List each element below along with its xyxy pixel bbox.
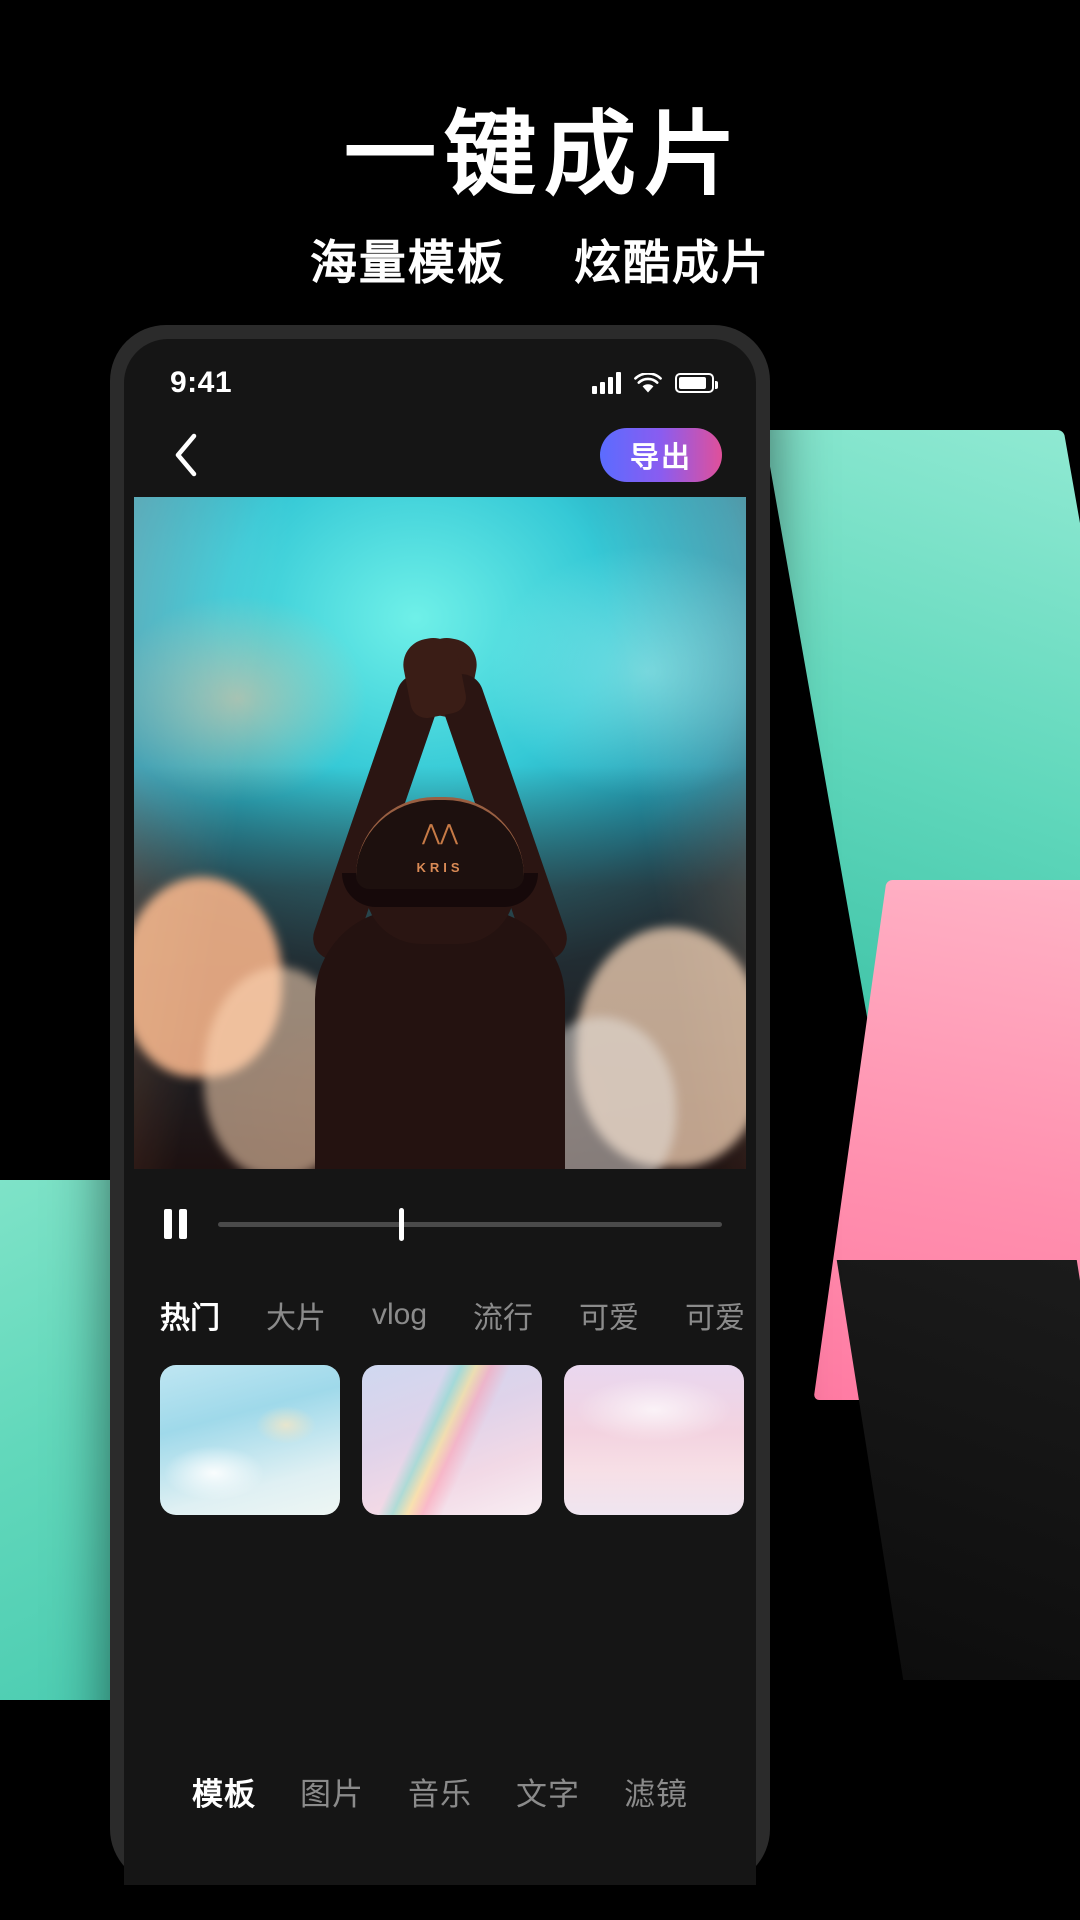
bottom-nav-item-image[interactable]: 图片 [300, 1769, 364, 1814]
playhead-handle[interactable] [399, 1207, 405, 1241]
export-button[interactable]: 导出 [599, 428, 722, 482]
status-icons [592, 372, 718, 394]
category-tab-dapian[interactable]: 大片 [266, 1293, 326, 1337]
bottom-nav-item-template[interactable]: 模板 [192, 1769, 256, 1814]
category-tab-keai-1[interactable]: 可爱 [579, 1293, 639, 1337]
signal-bars-icon [592, 372, 621, 394]
bottom-nav-item-music[interactable]: 音乐 [408, 1769, 472, 1814]
playback-bar [124, 1169, 756, 1279]
hero-subtitle: 海量模板 炫酷成片 [0, 224, 1080, 293]
phone-screen: 9:41 导出 热门 大片 vlog 流行 可爱 可爱 模板 图片 音乐 文字 … [124, 339, 756, 1885]
status-bar: 9:41 [124, 339, 756, 413]
hero-subtitle-left: 海量模板 [309, 235, 506, 289]
template-thumb-2[interactable] [362, 1365, 542, 1515]
bottom-nav-item-text[interactable]: 文字 [516, 1769, 580, 1814]
back-chevron-icon[interactable] [160, 429, 212, 481]
wifi-icon [634, 372, 662, 394]
status-time: 9:41 [170, 366, 233, 399]
bottom-nav: 模板 图片 音乐 文字 滤镜 [124, 1735, 756, 1885]
video-preview[interactable]: ⋀⋀ KRIS [134, 497, 746, 1169]
category-tab-vlog[interactable]: vlog [372, 1298, 427, 1332]
hero-subtitle-right: 炫酷成片 [574, 235, 771, 289]
phone-mockup: 9:41 导出 热门 大片 vlog 流行 可爱 可爱 模板 图片 音乐 文字 … [110, 325, 770, 1885]
bottom-nav-item-filter[interactable]: 滤镜 [624, 1769, 688, 1814]
template-thumb-1[interactable] [160, 1365, 340, 1515]
battery-icon [675, 373, 718, 393]
category-tabs: 热门 大片 vlog 流行 可爱 可爱 [124, 1279, 756, 1337]
template-thumb-3[interactable] [564, 1365, 744, 1515]
pause-icon[interactable] [158, 1207, 192, 1241]
category-tab-keai-2[interactable]: 可爱 [685, 1293, 745, 1337]
category-tab-liuxing[interactable]: 流行 [473, 1293, 533, 1337]
decor-shape-dark-right [836, 1260, 1080, 1680]
page-title: 一键成片 [343, 104, 744, 206]
category-tab-remen[interactable]: 热门 [160, 1293, 220, 1337]
timeline-scrubber[interactable] [218, 1207, 722, 1241]
template-list[interactable] [124, 1337, 756, 1515]
hero-section: 一键成片 海量模板 炫酷成片 [0, 104, 1080, 293]
preview-glow [134, 497, 746, 1169]
app-navbar: 导出 [124, 413, 756, 497]
